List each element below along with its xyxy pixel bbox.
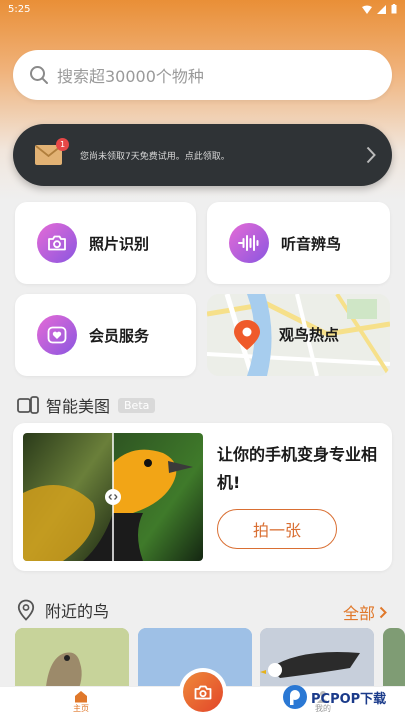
notification-badge: 1 bbox=[56, 138, 69, 151]
sound-identify-label: 听音辨鸟 bbox=[281, 234, 342, 253]
smart-photo-headline: 让你的手机变身专业相机! bbox=[217, 445, 378, 492]
camera-lens-icon bbox=[17, 396, 39, 414]
status-time: 5:25 bbox=[8, 3, 31, 15]
tab-home-label: 主页 bbox=[73, 704, 89, 713]
membership-card[interactable]: 会员服务 bbox=[15, 294, 196, 376]
chevron-right-icon bbox=[379, 606, 387, 618]
chevron-right-icon bbox=[366, 146, 376, 164]
watermark-text: PCPOP下载 bbox=[311, 691, 387, 707]
sound-identify-card[interactable]: 听音辨鸟 bbox=[207, 202, 390, 284]
pcpop-logo-icon bbox=[283, 685, 307, 709]
free-trial-text: 您尚未领取7天免费试用。点此领取。 bbox=[80, 151, 230, 162]
free-trial-banner[interactable]: 1 您尚未领取7天免费试用。点此领取。 bbox=[13, 124, 392, 186]
camera-icon bbox=[37, 223, 77, 263]
camera-capture-button[interactable] bbox=[183, 672, 223, 712]
wifi-icon bbox=[362, 5, 372, 14]
watermark: PCPOP下载 bbox=[282, 684, 386, 710]
heart-icon bbox=[37, 315, 77, 355]
search-icon bbox=[30, 66, 48, 84]
birding-hotspot-card[interactable]: 观鸟热点 bbox=[207, 294, 390, 376]
nearby-birds-title: 附近的鸟 bbox=[45, 602, 110, 621]
beta-badge: Beta bbox=[118, 397, 156, 413]
smart-photo-card: 让你的手机变身专业相机! 拍一张 bbox=[13, 423, 392, 571]
view-all-label: 全部 bbox=[342, 604, 375, 623]
location-pin-icon bbox=[17, 599, 35, 621]
membership-label: 会员服务 bbox=[89, 326, 150, 345]
battery-icon bbox=[391, 4, 397, 14]
view-all-link[interactable]: 全部 bbox=[343, 600, 387, 624]
search-input[interactable]: 搜索超30000个物种 bbox=[13, 50, 392, 100]
status-icons bbox=[362, 4, 397, 14]
smart-photo-header: 智能美图 Beta bbox=[17, 393, 156, 417]
nearby-birds-header: 附近的鸟 bbox=[17, 598, 109, 622]
search-placeholder: 搜索超30000个物种 bbox=[57, 67, 204, 86]
mail-icon: 1 bbox=[35, 138, 69, 165]
smart-photo-title: 智能美图 bbox=[46, 397, 111, 416]
bird-comparison-image[interactable] bbox=[23, 433, 203, 561]
birding-hotspot-label: 观鸟热点 bbox=[279, 326, 340, 344]
map-pin-icon bbox=[234, 320, 260, 350]
status-bar: 5:25 bbox=[0, 0, 405, 18]
camera-icon bbox=[194, 685, 212, 699]
tab-home[interactable]: 主页 bbox=[68, 690, 94, 714]
photo-identify-card[interactable]: 照片识别 bbox=[15, 202, 196, 284]
signal-icon bbox=[377, 4, 386, 14]
sound-wave-icon bbox=[229, 223, 269, 263]
home-icon bbox=[75, 691, 87, 703]
take-photo-button[interactable]: 拍一张 bbox=[217, 509, 337, 549]
photo-identify-label: 照片识别 bbox=[89, 234, 150, 253]
